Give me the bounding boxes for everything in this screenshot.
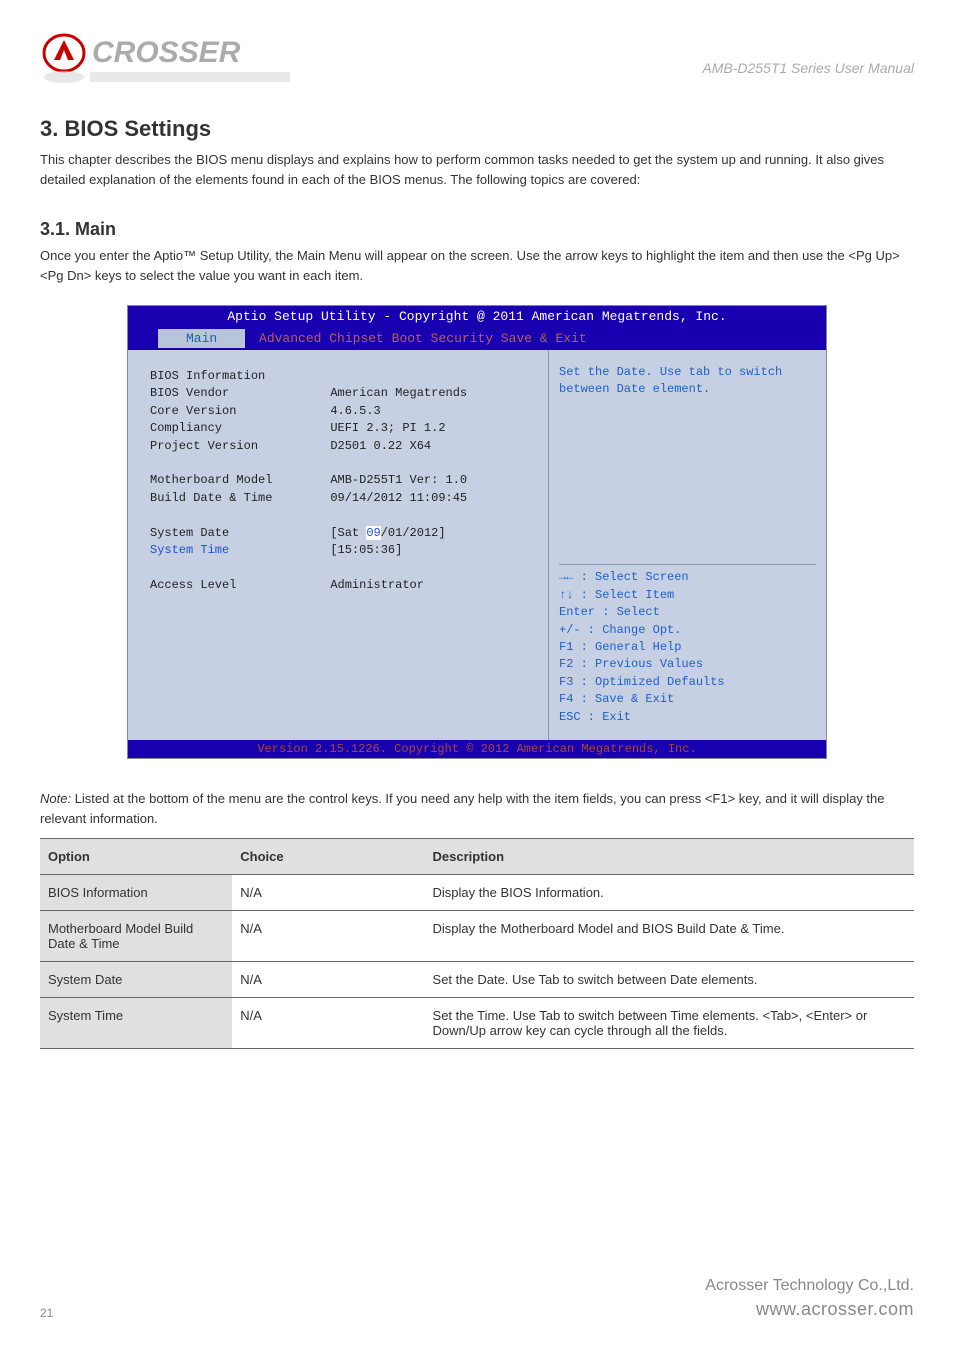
table-row: Motherboard Model Build Date & Time N/A … bbox=[40, 911, 914, 962]
opt-systime: System Time bbox=[40, 998, 232, 1049]
desc-1: Display the Motherboard Model and BIOS B… bbox=[425, 911, 914, 962]
desc-0: Display the BIOS Information. bbox=[425, 875, 914, 911]
section-31-title: 3.1. Main bbox=[40, 219, 914, 240]
bios-header: Aptio Setup Utility - Copyright @ 2011 A… bbox=[128, 306, 826, 327]
key-change-opt: +/- : Change Opt. bbox=[559, 622, 816, 639]
bios-access-label: Access Level bbox=[146, 577, 326, 594]
th-option: Option bbox=[40, 839, 232, 875]
bios-build-label: Build Date & Time bbox=[146, 490, 326, 507]
choice-3: N/A bbox=[232, 998, 424, 1049]
key-f3: F3 : Optimized Defaults bbox=[559, 674, 816, 691]
th-description: Description bbox=[425, 839, 914, 875]
section-3-intro: This chapter describes the BIOS menu dis… bbox=[40, 150, 914, 189]
key-f2: F2 : Previous Values bbox=[559, 656, 816, 673]
note-paragraph: Note: Listed at the bottom of the menu a… bbox=[40, 789, 914, 828]
choice-1: N/A bbox=[232, 911, 424, 962]
note-label: Note: bbox=[40, 791, 71, 806]
key-f4: F4 : Save & Exit bbox=[559, 691, 816, 708]
opt-bios-info: BIOS Information bbox=[40, 875, 232, 911]
bios-mb-label: Motherboard Model bbox=[146, 472, 326, 489]
bios-compliancy-value: UEFI 2.3; PI 1.2 bbox=[326, 420, 538, 437]
bios-access-value: Administrator bbox=[326, 577, 538, 594]
tabs-inactive[interactable]: Advanced Chipset Boot Security Save & Ex… bbox=[259, 331, 587, 346]
key-f1: F1 : General Help bbox=[559, 639, 816, 656]
key-esc: ESC : Exit bbox=[559, 709, 816, 726]
table-row: System Time N/A Set the Time. Use Tab to… bbox=[40, 998, 914, 1049]
table-row: BIOS Information N/A Display the BIOS In… bbox=[40, 875, 914, 911]
bios-screenshot: Aptio Setup Utility - Copyright @ 2011 A… bbox=[127, 305, 827, 759]
bios-sysdate-label[interactable]: System Date bbox=[146, 525, 326, 542]
section-3-title: 3. BIOS Settings bbox=[40, 116, 914, 142]
bios-project-label: Project Version bbox=[146, 438, 326, 455]
bios-project-value: D2501 0.22 X64 bbox=[326, 438, 538, 455]
key-select-screen: →← : Select Screen bbox=[559, 569, 816, 586]
choice-0: N/A bbox=[232, 875, 424, 911]
bios-sysdate-value[interactable]: [Sat 09/01/2012] bbox=[326, 525, 538, 542]
opt-sysdate: System Date bbox=[40, 962, 232, 998]
bios-vendor-label: BIOS Vendor bbox=[146, 385, 326, 402]
bios-core-value: 4.6.5.3 bbox=[326, 403, 538, 420]
bios-key-help: →← : Select Screen ↑↓ : Select Item Ente… bbox=[559, 565, 816, 726]
bios-core-label: Core Version bbox=[146, 403, 326, 420]
table-row: System Date N/A Set the Date. Use Tab to… bbox=[40, 962, 914, 998]
desc-3: Set the Time. Use Tab to switch between … bbox=[425, 998, 914, 1049]
bios-vendor-value: American Megatrends bbox=[326, 385, 538, 402]
options-table: Option Choice Description BIOS Informati… bbox=[40, 838, 914, 1049]
bios-help-text: Set the Date. Use tab to switch between … bbox=[559, 364, 816, 399]
bios-compliancy-label: Compliancy bbox=[146, 420, 326, 437]
opt-mb-model: Motherboard Model Build Date & Time bbox=[40, 911, 232, 962]
bios-mb-value: AMB-D255T1 Ver: 1.0 bbox=[326, 472, 538, 489]
desc-2: Set the Date. Use Tab to switch between … bbox=[425, 962, 914, 998]
bios-systime-value[interactable]: [15:05:36] bbox=[326, 542, 538, 559]
bios-info-title: BIOS Information bbox=[146, 368, 326, 385]
key-select-item: ↑↓ : Select Item bbox=[559, 587, 816, 604]
th-choice: Choice bbox=[232, 839, 424, 875]
note-text: Listed at the bottom of the menu are the… bbox=[40, 791, 885, 826]
bios-build-value: 09/14/2012 11:09:45 bbox=[326, 490, 538, 507]
bios-systime-label[interactable]: System Time bbox=[146, 542, 326, 559]
bios-left-pane: BIOS Information BIOS VendorAmerican Meg… bbox=[128, 350, 548, 740]
page-number: 21 bbox=[40, 1306, 53, 1320]
footer-brand: Acrosser Technology Co.,Ltd. www.acrosse… bbox=[705, 1277, 914, 1320]
choice-2: N/A bbox=[232, 962, 424, 998]
section-31-body: Once you enter the Aptio™ Setup Utility,… bbox=[40, 246, 914, 285]
bios-tab-bar: Main Advanced Chipset Boot Security Save… bbox=[128, 327, 826, 350]
bios-footer: Version 2.15.1226. Copyright © 2012 Amer… bbox=[128, 740, 826, 758]
svg-text:CROSSER: CROSSER bbox=[92, 36, 241, 69]
footer-url: www.acrosser.com bbox=[705, 1299, 914, 1320]
tab-main[interactable]: Main bbox=[186, 331, 217, 346]
table-header-row: Option Choice Description bbox=[40, 839, 914, 875]
footer-company: Acrosser Technology Co.,Ltd. bbox=[705, 1277, 914, 1295]
bios-right-pane: Set the Date. Use tab to switch between … bbox=[548, 350, 826, 740]
key-enter: Enter : Select bbox=[559, 604, 816, 621]
